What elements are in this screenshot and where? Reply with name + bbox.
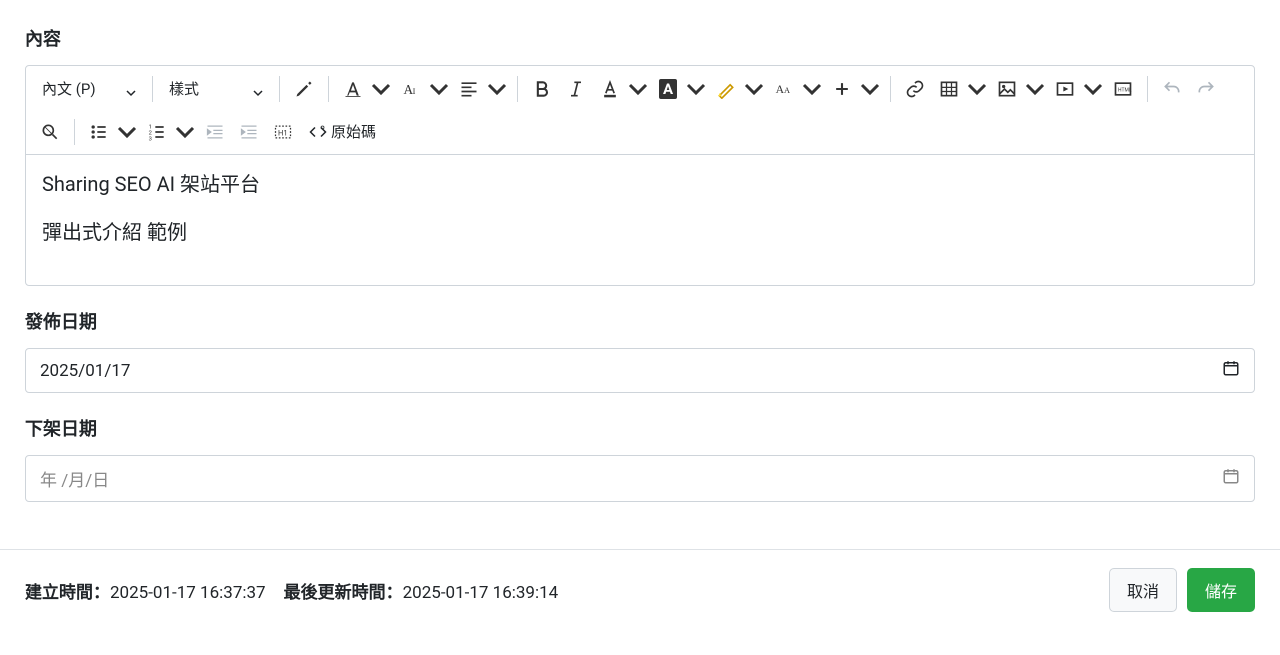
separator bbox=[1147, 76, 1148, 102]
separator bbox=[517, 76, 518, 102]
bullet-list-button[interactable] bbox=[83, 116, 115, 148]
source-code-label: 原始碼 bbox=[331, 121, 376, 142]
publish-date-value: 2025/01/17 bbox=[40, 361, 130, 381]
html-embed-button[interactable]: HTML bbox=[1107, 73, 1139, 105]
media-button[interactable] bbox=[1049, 73, 1081, 105]
pen-icon[interactable] bbox=[288, 73, 320, 105]
heading-button[interactable]: H1 bbox=[267, 116, 299, 148]
svg-text:H1: H1 bbox=[278, 128, 288, 137]
separator bbox=[152, 76, 153, 102]
media-dropdown[interactable] bbox=[1081, 73, 1105, 105]
background-color-dropdown[interactable] bbox=[684, 73, 708, 105]
updated-time: 最後更新時間：2025-01-17 16:39:14 bbox=[284, 578, 559, 603]
case-button[interactable]: AA bbox=[768, 73, 800, 105]
style-select[interactable]: 樣式 bbox=[161, 72, 271, 105]
paragraph-format-label: 內文 (P) bbox=[42, 78, 96, 99]
font-size-button[interactable]: AI bbox=[395, 73, 427, 105]
calendar-icon bbox=[1222, 467, 1240, 490]
action-buttons: 取消 儲存 bbox=[1109, 568, 1255, 612]
insert-button[interactable] bbox=[826, 73, 858, 105]
align-button[interactable] bbox=[453, 73, 485, 105]
font-family-dropdown[interactable] bbox=[369, 73, 393, 105]
image-button[interactable] bbox=[991, 73, 1023, 105]
publish-date-label: 發佈日期 bbox=[25, 308, 1255, 334]
editor-content-area[interactable]: Sharing SEO AI 架站平台 彈出式介紹 範例 bbox=[26, 155, 1254, 285]
font-size-dropdown[interactable] bbox=[427, 73, 451, 105]
bullet-list-dropdown[interactable] bbox=[115, 116, 139, 148]
cancel-button[interactable]: 取消 bbox=[1109, 568, 1177, 612]
chevron-down-icon bbox=[253, 84, 263, 94]
outdent-button[interactable] bbox=[199, 116, 231, 148]
publish-date-input[interactable]: 2025/01/17 bbox=[25, 348, 1255, 393]
style-label: 樣式 bbox=[169, 78, 199, 99]
redo-button[interactable] bbox=[1190, 73, 1222, 105]
metadata: 建立時間：2025-01-17 16:37:37 最後更新時間：2025-01-… bbox=[25, 578, 558, 603]
created-time: 建立時間：2025-01-17 16:37:37 bbox=[25, 578, 266, 603]
numbered-list-dropdown[interactable] bbox=[173, 116, 197, 148]
text-color-dropdown[interactable] bbox=[626, 73, 650, 105]
table-dropdown[interactable] bbox=[965, 73, 989, 105]
svg-text:HTML: HTML bbox=[1118, 87, 1132, 93]
expire-date-label: 下架日期 bbox=[25, 415, 1255, 441]
case-dropdown[interactable] bbox=[800, 73, 824, 105]
background-color-button[interactable]: A bbox=[652, 73, 684, 105]
source-code-button[interactable]: 原始碼 bbox=[301, 115, 384, 148]
expire-date-placeholder: 年 /月/日 bbox=[40, 466, 109, 491]
font-family-button[interactable] bbox=[337, 73, 369, 105]
svg-text:A: A bbox=[784, 86, 790, 95]
footer-bar: 建立時間：2025-01-17 16:37:37 最後更新時間：2025-01-… bbox=[0, 549, 1280, 630]
indent-button[interactable] bbox=[233, 116, 265, 148]
italic-button[interactable] bbox=[560, 73, 592, 105]
separator bbox=[279, 76, 280, 102]
content-paragraph: 彈出式介紹 範例 bbox=[42, 217, 1238, 247]
bold-button[interactable] bbox=[526, 73, 558, 105]
image-dropdown[interactable] bbox=[1023, 73, 1047, 105]
table-button[interactable] bbox=[933, 73, 965, 105]
content-label: 內容 bbox=[25, 25, 1255, 51]
content-paragraph: Sharing SEO AI 架站平台 bbox=[42, 169, 1238, 199]
save-button[interactable]: 儲存 bbox=[1187, 568, 1255, 612]
separator bbox=[74, 119, 75, 145]
paragraph-format-select[interactable]: 內文 (P) bbox=[34, 72, 144, 105]
highlight-dropdown[interactable] bbox=[742, 73, 766, 105]
calendar-icon bbox=[1222, 359, 1240, 382]
chevron-down-icon bbox=[126, 84, 136, 94]
svg-text:I: I bbox=[413, 87, 416, 96]
numbered-list-button[interactable]: 123 bbox=[141, 116, 173, 148]
link-button[interactable] bbox=[899, 73, 931, 105]
insert-dropdown[interactable] bbox=[858, 73, 882, 105]
find-replace-button[interactable] bbox=[34, 116, 66, 148]
highlight-button[interactable] bbox=[710, 73, 742, 105]
separator bbox=[328, 76, 329, 102]
align-dropdown[interactable] bbox=[485, 73, 509, 105]
expire-date-input[interactable]: 年 /月/日 bbox=[25, 455, 1255, 502]
separator bbox=[890, 76, 891, 102]
text-color-button[interactable] bbox=[594, 73, 626, 105]
updated-time-value: 2025-01-17 16:39:14 bbox=[403, 583, 559, 603]
svg-text:3: 3 bbox=[149, 136, 152, 142]
rich-text-editor: 內文 (P) 樣式 AI bbox=[25, 65, 1255, 286]
created-time-value: 2025-01-17 16:37:37 bbox=[110, 583, 266, 603]
undo-button[interactable] bbox=[1156, 73, 1188, 105]
editor-toolbar: 內文 (P) 樣式 AI bbox=[26, 66, 1254, 155]
updated-time-label: 最後更新時間： bbox=[284, 583, 403, 603]
created-time-label: 建立時間： bbox=[25, 583, 110, 603]
